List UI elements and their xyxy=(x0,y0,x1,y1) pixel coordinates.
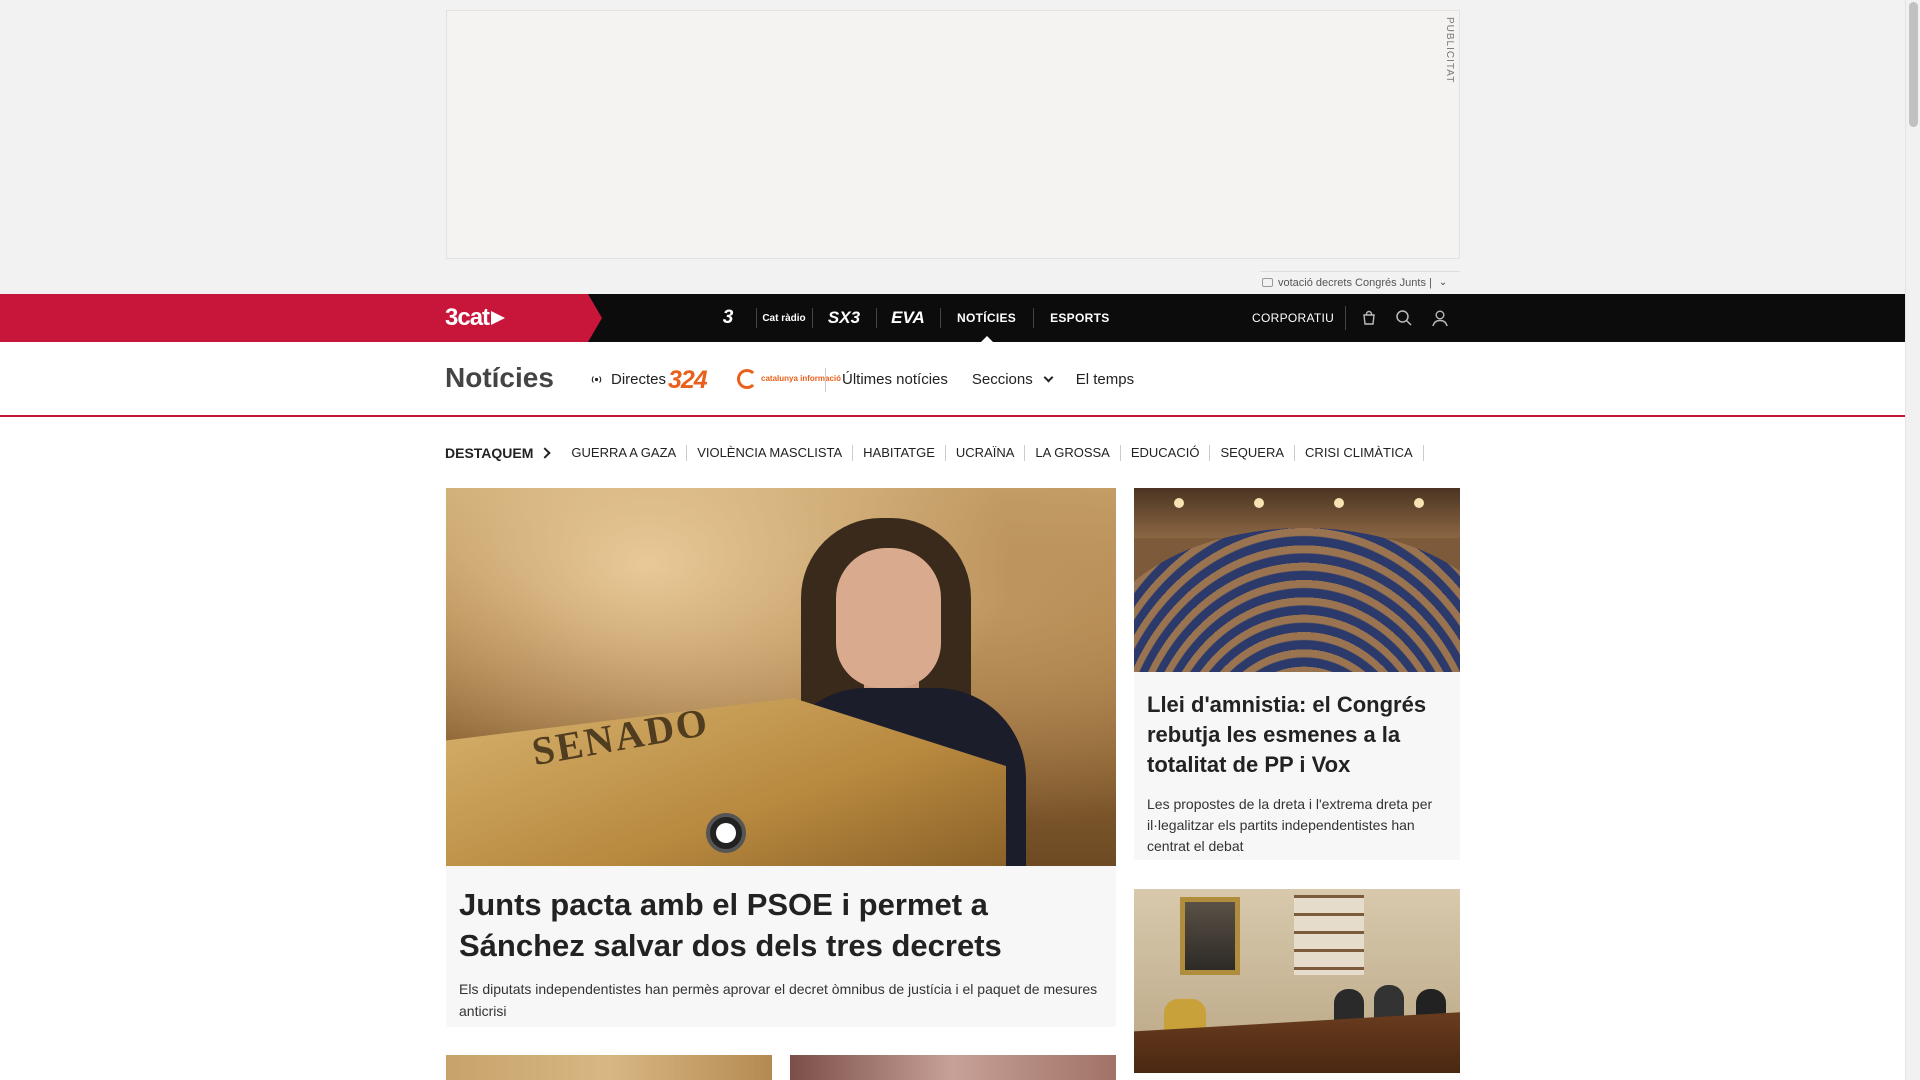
3cat-logo[interactable]: 3cat xyxy=(445,304,506,332)
trending-text: votació decrets Congrés Junts | xyxy=(1278,276,1432,289)
side-article-card[interactable]: Llei d'amnistia: el Congrés rebutja les … xyxy=(1134,488,1460,860)
topic-link[interactable]: LA GROSSA xyxy=(1025,445,1121,461)
microphone-icon xyxy=(706,813,746,853)
tv3-logo-icon[interactable]: 3 xyxy=(700,294,756,342)
catradio-logo-icon[interactable]: Cat ràdio xyxy=(756,294,812,342)
scrollbar-thumb[interactable] xyxy=(1909,2,1918,127)
catalunya-informacio-icon xyxy=(737,369,757,389)
324-logo[interactable]: 324 xyxy=(668,366,708,395)
top-icon-group xyxy=(1345,306,1449,330)
brand-block xyxy=(0,294,602,342)
chevron-down-icon[interactable]: ⌄ xyxy=(1439,277,1447,288)
subnav-seccions-label: Seccions xyxy=(971,371,1033,388)
shopping-bag-icon[interactable] xyxy=(1361,310,1377,326)
top-navigation-bar: 3cat 3 Cat ràdio SX3 EVA NOTÍCIES ESPORT… xyxy=(0,294,1905,342)
subnav-ultimes-noticies[interactable]: Últimes notícies xyxy=(842,371,948,388)
nav-esports[interactable]: ESPORTS xyxy=(1033,294,1126,342)
tag-icon xyxy=(1262,278,1273,287)
main-article-lead: Els diputats independentistes han permès… xyxy=(459,981,1098,1019)
topic-link[interactable]: HABITATGE xyxy=(853,445,946,461)
section-subnav: Últimes notícies Seccions El temps xyxy=(842,371,1158,388)
subnav-seccions[interactable]: Seccions xyxy=(971,371,1054,388)
trending-ticker[interactable]: votació decrets Congrés Junts | ⌄ xyxy=(1260,271,1460,293)
article-card-image[interactable] xyxy=(446,1055,772,1080)
article-card-image[interactable] xyxy=(790,1055,1116,1080)
sx3-logo-icon[interactable]: SX3 xyxy=(812,294,876,342)
nav-corporatiu[interactable]: CORPORATIU xyxy=(1252,294,1334,342)
page-scrollbar[interactable] xyxy=(1905,0,1920,1080)
brand-name: 3cat xyxy=(445,304,490,331)
channel-nav: 3 Cat ràdio SX3 EVA NOTÍCIES ESPORTS xyxy=(700,294,1127,342)
user-icon[interactable] xyxy=(1431,309,1449,327)
subnav-el-temps[interactable]: El temps xyxy=(1076,371,1134,388)
chevron-down-icon xyxy=(1043,372,1054,383)
main-article-card[interactable]: SENADO Junts pacta amb el PSOE i permet … xyxy=(446,488,1116,1027)
main-article-title[interactable]: Junts pacta amb el PSOE i permet a Sánch… xyxy=(459,884,1103,966)
topic-link[interactable]: UCRAÏNA xyxy=(946,445,1026,461)
topics-bar: DESTAQUEM GUERRA A GAZA VIOLÈNCIA MASCLI… xyxy=(445,445,1424,461)
topic-link[interactable]: EDUCACIÓ xyxy=(1121,445,1211,461)
topic-link[interactable]: VIOLÈNCIA MASCLISTA xyxy=(687,445,854,461)
directes-label: Directes xyxy=(611,371,667,388)
search-icon[interactable] xyxy=(1395,309,1413,327)
divider xyxy=(825,368,826,392)
side-article-2-image[interactable] xyxy=(1134,889,1460,1073)
main-article-image[interactable]: SENADO xyxy=(446,488,1116,866)
brand-swoosh-icon xyxy=(491,311,506,325)
section-header: Notícies Directes 324 catalunya informac… xyxy=(0,342,1905,417)
live-broadcast-icon xyxy=(591,376,602,383)
side-article-card-2[interactable] xyxy=(1134,889,1460,1073)
nav-noticies[interactable]: NOTÍCIES xyxy=(940,294,1033,342)
side-article-title[interactable]: Llei d'amnistia: el Congrés rebutja les … xyxy=(1147,690,1447,780)
side-article-image[interactable] xyxy=(1134,488,1460,672)
eva-logo-icon[interactable]: EVA xyxy=(876,294,940,342)
topic-link[interactable]: CRISI CLIMÀTICA xyxy=(1295,445,1424,461)
page-title[interactable]: Notícies xyxy=(445,362,554,394)
directes-link[interactable]: Directes xyxy=(590,371,666,388)
chevron-right-icon xyxy=(539,447,552,459)
topics-lead[interactable]: DESTAQUEM xyxy=(445,445,552,461)
advertisement-banner[interactable]: PUBLICITAT xyxy=(446,10,1460,259)
topic-link[interactable]: SEQUERA xyxy=(1210,445,1296,461)
ad-zone: PUBLICITAT votació decrets Congrés Junts… xyxy=(0,0,1905,294)
side-article-lead: Les propostes de la dreta i l'extrema dr… xyxy=(1147,796,1433,854)
ad-label: PUBLICITAT xyxy=(1444,17,1455,84)
topic-link[interactable]: GUERRA A GAZA xyxy=(561,445,688,461)
